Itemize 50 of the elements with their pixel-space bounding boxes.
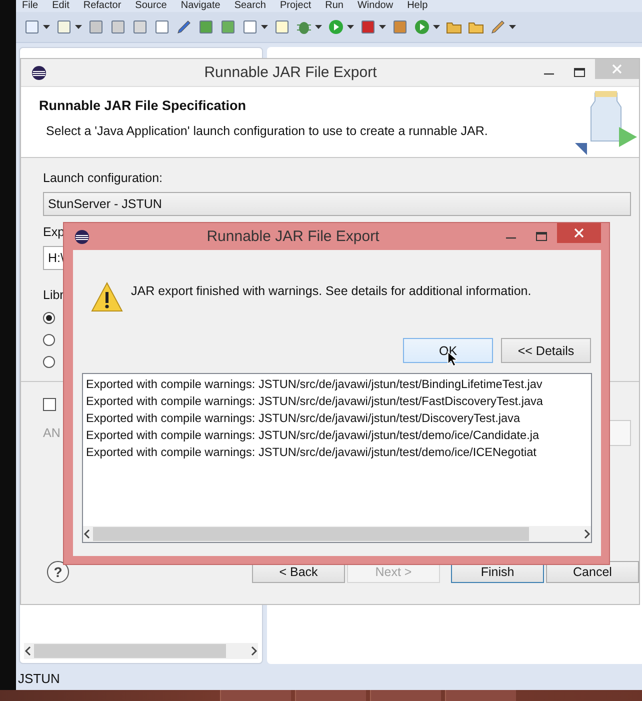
page-description: Select a 'Java Application' launch configuration to use to create a runnable JAR. xyxy=(46,124,489,138)
caret-icon[interactable] xyxy=(315,25,322,29)
pencil-icon[interactable] xyxy=(490,19,506,35)
checkbox[interactable] xyxy=(43,398,56,410)
caret-icon[interactable] xyxy=(379,25,386,29)
warning-icon xyxy=(91,282,123,312)
menu-item[interactable]: Project xyxy=(280,0,312,12)
field-label: AN xyxy=(43,426,60,440)
dialog-button[interactable]: << Details xyxy=(501,338,591,363)
dialog-title: Runnable JAR File Export xyxy=(206,228,380,245)
pen-icon[interactable] xyxy=(176,19,192,35)
menu-item[interactable]: Source xyxy=(135,0,167,12)
close-button[interactable] xyxy=(557,223,601,243)
horizontal-scrollbar[interactable] xyxy=(83,526,591,542)
details-line[interactable]: Exported with compile warnings: JSTUN/src/de/javawi/jstun/test/FastDiscoveryTest.java xyxy=(86,394,543,408)
radio-button[interactable] xyxy=(43,334,55,346)
eclipse-icon[interactable] xyxy=(74,228,90,244)
close-icon xyxy=(574,228,584,238)
page-heading: Runnable JAR File Specification xyxy=(39,98,248,113)
maximize-icon[interactable] xyxy=(536,232,547,241)
radio-button[interactable] xyxy=(43,356,55,368)
caret-icon[interactable] xyxy=(261,25,268,29)
window-title: Runnable JAR File Export xyxy=(203,64,378,81)
field-label: Launch configuration: xyxy=(43,171,163,186)
menu-item[interactable]: Edit xyxy=(52,0,70,12)
close-icon xyxy=(612,64,622,74)
eclipse-icon[interactable] xyxy=(31,64,47,80)
radio-button[interactable] xyxy=(43,312,55,324)
menu-item[interactable]: File xyxy=(22,0,38,12)
menu-item[interactable]: Window xyxy=(357,0,394,12)
message-text: JAR export finished with warnings. See details for additional information. xyxy=(131,283,532,298)
horizontal-scrollbar[interactable] xyxy=(24,643,258,659)
field-label: Libr xyxy=(43,288,64,303)
launch-configuration-dropdown[interactable]: StunServer - JSTUN xyxy=(43,192,631,216)
menu-item[interactable]: Help xyxy=(407,0,428,12)
caret-icon[interactable] xyxy=(75,25,82,29)
menu-item[interactable]: Search xyxy=(234,0,266,12)
menu-item[interactable]: Navigate xyxy=(180,0,220,12)
details-line[interactable]: Exported with compile warnings: JSTUN/src/de/javawi/jstun/test/BindingLifetimeTest.jav xyxy=(86,377,542,391)
caret-icon[interactable] xyxy=(433,25,440,29)
details-line[interactable]: Exported with compile warnings: JSTUN/src/de/javawi/jstun/test/demo/ice/Candidate.ja xyxy=(86,428,540,442)
menu-item[interactable]: Run xyxy=(325,0,344,12)
caret-icon[interactable] xyxy=(347,25,354,29)
caret-icon[interactable] xyxy=(43,25,50,29)
maximize-icon[interactable] xyxy=(574,68,585,77)
help-button[interactable]: ? xyxy=(47,561,69,583)
details-line[interactable]: Exported with compile warnings: JSTUN/src/de/javawi/jstun/test/DiscoveryTest.java xyxy=(86,411,520,425)
details-line[interactable]: Exported with compile warnings: JSTUN/src/de/javawi/jstun/test/demo/ice/ICENegotiat xyxy=(86,445,536,459)
menu-item[interactable]: Refactor xyxy=(83,0,122,12)
caret-icon[interactable] xyxy=(509,25,516,29)
